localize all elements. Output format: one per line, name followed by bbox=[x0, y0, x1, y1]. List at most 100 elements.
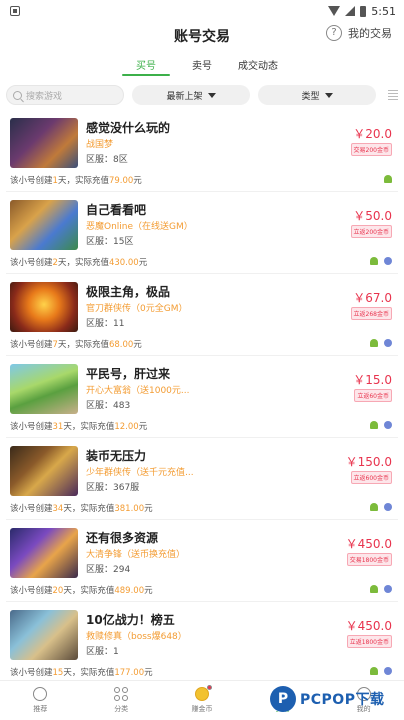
tab-deals[interactable]: 成交动态 bbox=[230, 52, 286, 78]
coin-badge: 交易1800金币 bbox=[346, 553, 392, 566]
price: ￥50.0 bbox=[353, 209, 392, 223]
tab-buy[interactable]: 买号 bbox=[118, 52, 174, 78]
coin-badge: 立返1800金币 bbox=[346, 635, 392, 648]
account-info: 该小号创建1天，实际充值79.00元 bbox=[10, 176, 142, 186]
price: ￥450.0 bbox=[345, 619, 392, 633]
search-placeholder: 搜索游戏 bbox=[26, 91, 63, 102]
listing-title: 感觉没什么玩的 bbox=[86, 121, 171, 135]
watermark: P PCPOP下载 bbox=[270, 684, 396, 714]
game-thumbnail bbox=[10, 610, 78, 660]
android-icon bbox=[370, 585, 378, 593]
game-thumbnail bbox=[10, 118, 78, 168]
server-info: 区服：8区 bbox=[86, 155, 128, 165]
list-item[interactable]: 还有很多资源 大清争锋（送币换充值） 区服：294 该小号创建20天，实际充值4… bbox=[6, 520, 398, 602]
wifi-icon bbox=[328, 6, 341, 16]
help-icon[interactable]: ? bbox=[326, 25, 342, 41]
price: ￥150.0 bbox=[345, 455, 392, 469]
game-thumbnail bbox=[10, 282, 78, 332]
my-trades-label: 我的交易 bbox=[348, 27, 392, 40]
filter-bar: 搜索游戏 最新上架 类型 bbox=[0, 80, 404, 110]
price: ￥450.0 bbox=[345, 537, 392, 551]
platforms bbox=[370, 667, 392, 675]
status-left bbox=[10, 6, 20, 16]
game-name: 开心大富翁（送1000元... bbox=[86, 386, 190, 396]
game-name: 官刀群侠传（0元全GM） bbox=[86, 304, 188, 314]
account-info: 该小号创建31天，实际充值12.00元 bbox=[10, 422, 148, 432]
recommend-icon bbox=[33, 687, 48, 701]
listing-list: 感觉没什么玩的 战国梦 区服：8区 该小号创建1天，实际充值79.00元 ￥20… bbox=[0, 110, 404, 684]
android-icon bbox=[370, 421, 378, 429]
apple-icon bbox=[384, 503, 392, 511]
nav-earn-coins[interactable]: 赚金币 bbox=[162, 681, 243, 720]
server-info: 区服：15区 bbox=[86, 237, 134, 247]
type-dropdown[interactable]: 类型 bbox=[258, 85, 376, 105]
watermark-logo-icon: P bbox=[270, 686, 296, 712]
search-input[interactable]: 搜索游戏 bbox=[6, 85, 124, 105]
server-info: 区服：1 bbox=[86, 647, 119, 657]
list-item[interactable]: 感觉没什么玩的 战国梦 区服：8区 该小号创建1天，实际充值79.00元 ￥20… bbox=[6, 110, 398, 192]
platforms bbox=[370, 503, 392, 511]
apple-icon bbox=[384, 667, 392, 675]
platforms bbox=[370, 421, 392, 429]
account-info: 该小号创建15天，实际充值177.00元 bbox=[10, 668, 153, 678]
apple-icon bbox=[384, 257, 392, 265]
status-bar: 5:51 bbox=[0, 0, 404, 22]
game-name: 恶魔Online（在线送GM） bbox=[86, 222, 193, 232]
list-item[interactable]: 10亿战力！榜五 救赎修真（boss爆648） 区服：1 该小号创建15天，实际… bbox=[6, 602, 398, 684]
game-thumbnail bbox=[10, 528, 78, 578]
tab-sell[interactable]: 卖号 bbox=[174, 52, 230, 78]
sort-dropdown[interactable]: 最新上架 bbox=[132, 85, 250, 105]
nav-recommend[interactable]: 推荐 bbox=[0, 681, 81, 720]
chevron-down-icon bbox=[324, 92, 333, 98]
platforms bbox=[370, 585, 392, 593]
notification-icon bbox=[10, 6, 20, 16]
account-info: 该小号创建34天，实际充值381.00元 bbox=[10, 504, 153, 514]
apple-icon bbox=[384, 339, 392, 347]
nav-label: 赚金币 bbox=[191, 705, 213, 713]
nav-label: 分类 bbox=[114, 705, 129, 713]
listing-title: 装币无压力 bbox=[86, 449, 147, 463]
coin-badge: 交易200金币 bbox=[350, 143, 392, 156]
apple-icon bbox=[384, 585, 392, 593]
list-item[interactable]: 装币无压力 少年群侠传（送千元充值... 区服：367服 该小号创建34天，实际… bbox=[6, 438, 398, 520]
server-info: 区服：367服 bbox=[86, 483, 140, 493]
game-thumbnail bbox=[10, 200, 78, 250]
list-item[interactable]: 极限主角，极品 官刀群侠传（0元全GM） 区服：11 该小号创建7天，实际充值6… bbox=[6, 274, 398, 356]
nav-category[interactable]: 分类 bbox=[81, 681, 162, 720]
game-name: 大清争锋（送币换充值） bbox=[86, 550, 186, 560]
list-item[interactable]: 平民号，肝过来 开心大富翁（送1000元... 区服：483 该小号创建31天，… bbox=[6, 356, 398, 438]
type-label: 类型 bbox=[301, 91, 320, 102]
status-right: 5:51 bbox=[328, 5, 396, 18]
game-thumbnail bbox=[10, 364, 78, 414]
price: ￥20.0 bbox=[353, 127, 392, 141]
listing-title: 还有很多资源 bbox=[86, 531, 159, 545]
game-name: 战国梦 bbox=[86, 140, 114, 150]
list-item[interactable]: 自己看看吧 恶魔Online（在线送GM） 区服：15区 该小号创建2天，实际充… bbox=[6, 192, 398, 274]
account-info: 该小号创建2天，实际充值430.00元 bbox=[10, 258, 148, 268]
android-icon bbox=[384, 175, 392, 183]
category-icon bbox=[114, 687, 129, 701]
listing-title: 极限主角，极品 bbox=[86, 285, 171, 299]
status-time: 5:51 bbox=[371, 4, 396, 18]
listing-title: 自己看看吧 bbox=[86, 203, 147, 217]
app-header: 账号交易 ? 我的交易 bbox=[0, 22, 404, 50]
search-icon bbox=[13, 90, 22, 100]
my-trades-button[interactable]: ? 我的交易 bbox=[326, 25, 392, 41]
coin-badge: 立返268金币 bbox=[350, 307, 392, 320]
coin-badge: 立返200金币 bbox=[350, 225, 392, 238]
list-view-icon[interactable] bbox=[388, 90, 398, 100]
android-icon bbox=[370, 503, 378, 511]
chevron-down-icon bbox=[207, 92, 216, 98]
listing-title: 10亿战力！榜五 bbox=[86, 613, 175, 627]
server-info: 区服：11 bbox=[86, 319, 125, 329]
listing-title: 平民号，肝过来 bbox=[86, 367, 171, 381]
account-info: 该小号创建20天，实际充值489.00元 bbox=[10, 586, 153, 596]
game-thumbnail bbox=[10, 446, 78, 496]
notification-dot bbox=[206, 685, 212, 690]
trade-tabs: 买号 卖号 成交动态 bbox=[0, 52, 404, 78]
platforms bbox=[370, 257, 392, 265]
platforms bbox=[384, 175, 392, 183]
game-name: 少年群侠传（送千元充值... bbox=[86, 468, 194, 478]
android-icon bbox=[370, 339, 378, 347]
battery-icon bbox=[360, 5, 367, 17]
